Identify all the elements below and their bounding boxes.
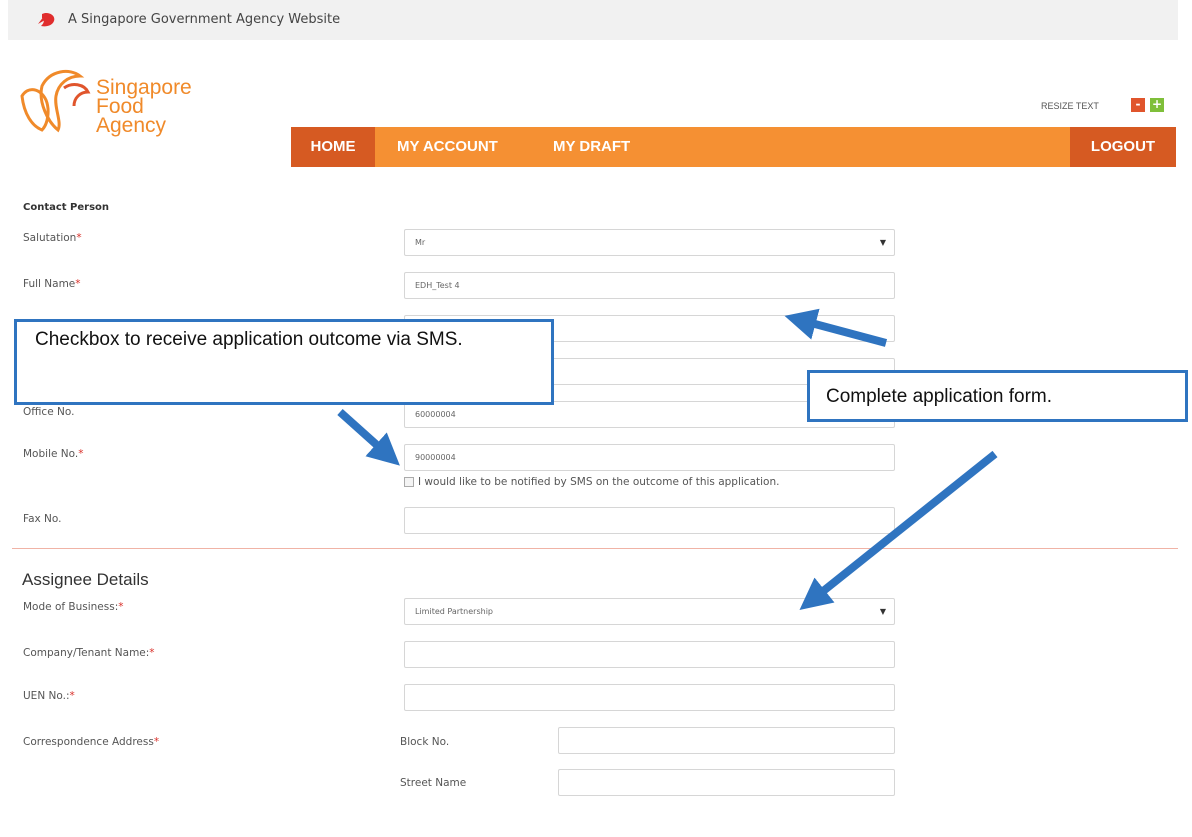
arrow-to-designation-field <box>784 308 888 347</box>
callout-sms-checkbox: Checkbox to receive application outcome … <box>14 319 554 405</box>
callout-complete-form: Complete application form. <box>807 370 1188 422</box>
arrow-to-mode-of-business <box>799 450 998 610</box>
arrow-to-sms-checkbox <box>337 409 400 466</box>
